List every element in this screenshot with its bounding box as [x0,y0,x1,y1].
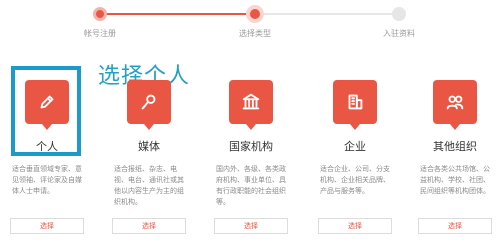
step-1-label: 帐号注册 [84,29,116,38]
group-icon [433,80,477,130]
select-button[interactable]: 选择 [10,218,84,234]
step-2-marker [246,5,264,23]
card-title: 其他组织 [433,140,477,153]
step-3-marker [392,7,406,21]
step-2-label: 选择类型 [239,29,271,38]
card-description: 适合企业、公司、分支机构、企业相关品牌、产品与服务等。 [320,165,390,195]
select-button[interactable]: 选择 [214,218,288,234]
progress-track-completed [100,13,255,15]
card-title: 企业 [344,140,366,153]
select-button[interactable]: 选择 [112,218,186,234]
account-type-card-enterprise[interactable]: 企业 适合企业、公司、分支机构、企业相关品牌、产品与服务等。 选择 [318,74,398,238]
personal-card-highlight-frame [11,66,81,156]
step-3-label: 入驻资料 [383,29,415,38]
registration-progress: 帐号注册 选择类型 入驻资料 [0,0,500,40]
select-button[interactable]: 选择 [418,218,492,234]
step-1-marker [93,7,107,21]
institution-icon [229,80,273,130]
account-type-card-government[interactable]: 国家机构 国内外、各级、各类政府机构、事业单位、具有行政职能的社会组织等。 选择 [214,74,294,238]
progress-track-pending [255,13,398,15]
microphone-icon [127,80,171,130]
card-title: 国家机构 [229,140,273,153]
building-icon [333,80,377,130]
account-type-card-media[interactable]: 媒体 适合报纸、杂志、电视、电台、通讯社或其他以内容生产为主的组织机构。 选择 [112,74,192,238]
card-description: 适合垂直领域专家、意见领袖、评论家及自媒体人士申请。 [12,165,82,195]
card-description: 适合各类公共场馆、公益机构、学校、社团、民间组织等机构团体。 [420,165,490,195]
card-title: 媒体 [138,140,160,153]
card-description: 适合报纸、杂志、电视、电台、通讯社或其他以内容生产为主的组织机构。 [114,165,184,206]
select-button[interactable]: 选择 [318,218,392,234]
card-description: 国内外、各级、各类政府机构、事业单位、具有行政职能的社会组织等。 [216,165,286,206]
account-type-card-other-organization[interactable]: 其他组织 适合各类公共场馆、公益机构、学校、社团、民间组织等机构团体。 选择 [418,74,498,238]
